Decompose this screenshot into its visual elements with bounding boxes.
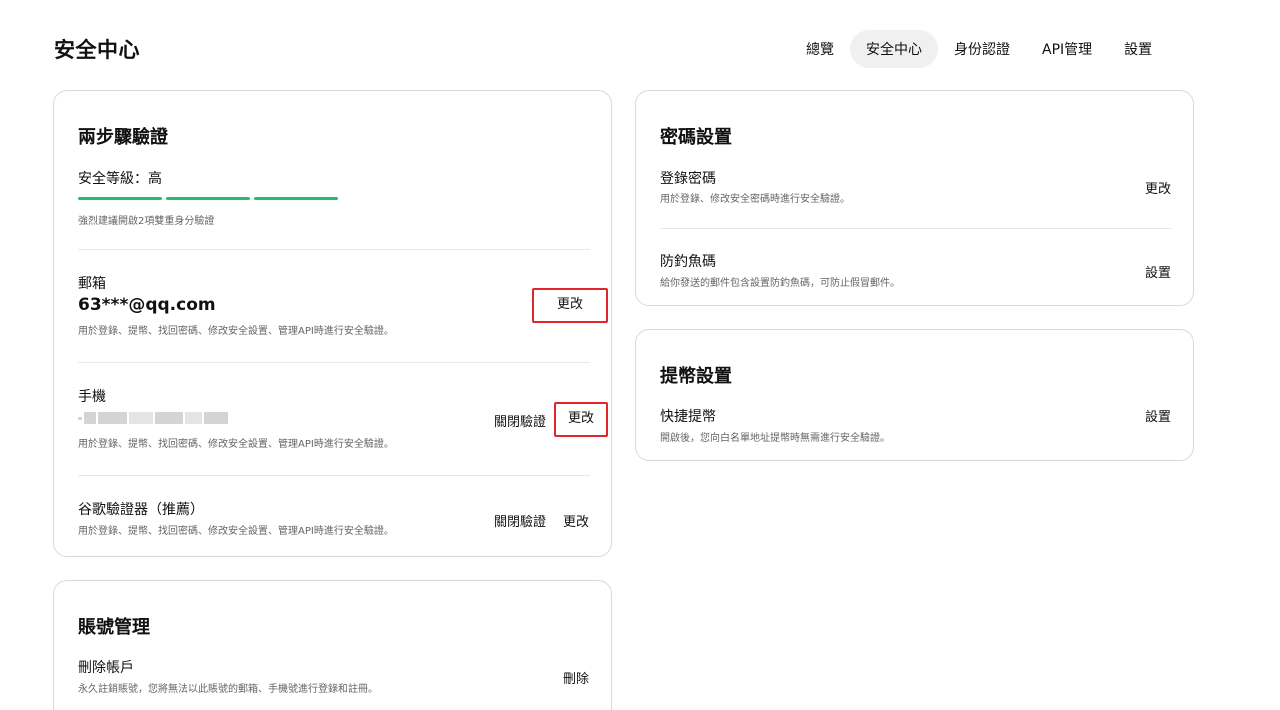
delete-account-desc: 永久註銷賬號，您將無法以此賬號的郵箱、手機號進行登錄和註冊。 bbox=[78, 684, 378, 695]
email-row-title: 郵箱 bbox=[78, 276, 106, 292]
google-auth-change-button[interactable]: 更改 bbox=[563, 511, 589, 530]
delete-account-title: 刪除帳戶 bbox=[78, 660, 134, 676]
security-level-label: 安全等級：高 bbox=[78, 171, 162, 187]
tab-overview[interactable]: 總覽 bbox=[790, 30, 850, 68]
divider bbox=[78, 249, 590, 250]
login-password-title: 登錄密碼 bbox=[660, 171, 716, 187]
quick-withdraw-title: 快捷提幣 bbox=[660, 409, 716, 425]
security-level-bar-2 bbox=[166, 197, 250, 200]
login-password-change-button[interactable]: 更改 bbox=[1145, 178, 1171, 197]
divider bbox=[660, 228, 1172, 229]
delete-account-button[interactable]: 刪除 bbox=[563, 668, 589, 687]
account-card: 賬號管理 刪除帳戶 永久註銷賬號，您將無法以此賬號的郵箱、手機號進行登錄和註冊。… bbox=[53, 580, 612, 710]
two-step-card: 兩步驟驗證 安全等級：高 強烈建議開啟2項雙重身分驗證 郵箱 63***@qq.… bbox=[53, 90, 612, 557]
tab-security-center[interactable]: 安全中心 bbox=[850, 30, 938, 68]
password-title: 密碼設置 bbox=[660, 127, 732, 148]
withdraw-title: 提幣設置 bbox=[660, 366, 732, 387]
google-auth-row-desc: 用於登錄、提幣、找回密碼、修改安全設置、管理API時進行安全驗證。 bbox=[78, 526, 394, 537]
email-change-button[interactable]: 更改 bbox=[532, 288, 608, 323]
password-card: 密碼設置 登錄密碼 用於登錄、修改安全密碼時進行安全驗證。 更改 防釣魚碼 給你… bbox=[635, 90, 1194, 306]
tab-settings[interactable]: 設置 bbox=[1108, 30, 1168, 68]
google-auth-row-title: 谷歌驗證器（推薦） bbox=[78, 502, 204, 518]
two-step-title: 兩步驟驗證 bbox=[78, 127, 168, 148]
phone-row-desc: 用於登錄、提幣、找回密碼、修改安全設置、管理API時進行安全驗證。 bbox=[78, 439, 394, 450]
withdraw-card: 提幣設置 快捷提幣 開啟後，您向白名單地址提幣時無需進行安全驗證。 設置 bbox=[635, 329, 1194, 461]
two-step-hint: 強烈建議開啟2項雙重身分驗證 bbox=[78, 216, 215, 227]
anti-phishing-desc: 給你發送的郵件包含設置防釣魚碼，可防止假冒郵件。 bbox=[660, 278, 900, 289]
email-value: 63***@qq.com bbox=[78, 295, 216, 315]
quick-withdraw-desc: 開啟後，您向白名單地址提幣時無需進行安全驗證。 bbox=[660, 433, 890, 444]
google-auth-disable-button[interactable]: 關閉驗證 bbox=[494, 511, 546, 530]
quick-withdraw-set-button[interactable]: 設置 bbox=[1145, 406, 1171, 425]
divider bbox=[78, 475, 590, 476]
tab-api-management[interactable]: API管理 bbox=[1026, 30, 1108, 68]
phone-row-title: 手機 bbox=[78, 389, 106, 405]
account-title: 賬號管理 bbox=[78, 617, 150, 638]
phone-disable-button[interactable]: 關閉驗證 bbox=[494, 411, 546, 430]
security-level-bar-1 bbox=[78, 197, 162, 200]
anti-phishing-title: 防釣魚碼 bbox=[660, 254, 716, 270]
page-title: 安全中心 bbox=[54, 38, 140, 62]
email-row-desc: 用於登錄、提幣、找回密碼、修改安全設置、管理API時進行安全驗證。 bbox=[78, 326, 394, 337]
tab-identity-verification[interactable]: 身份認證 bbox=[938, 30, 1026, 68]
top-nav: 總覽 安全中心 身份認證 API管理 設置 bbox=[790, 30, 1168, 68]
login-password-desc: 用於登錄、修改安全密碼時進行安全驗證。 bbox=[660, 194, 850, 205]
divider bbox=[78, 362, 590, 363]
phone-change-button[interactable]: 更改 bbox=[554, 402, 608, 437]
phone-number-masked bbox=[78, 411, 228, 425]
security-level-bar-3 bbox=[254, 197, 338, 200]
anti-phishing-set-button[interactable]: 設置 bbox=[1145, 262, 1171, 281]
